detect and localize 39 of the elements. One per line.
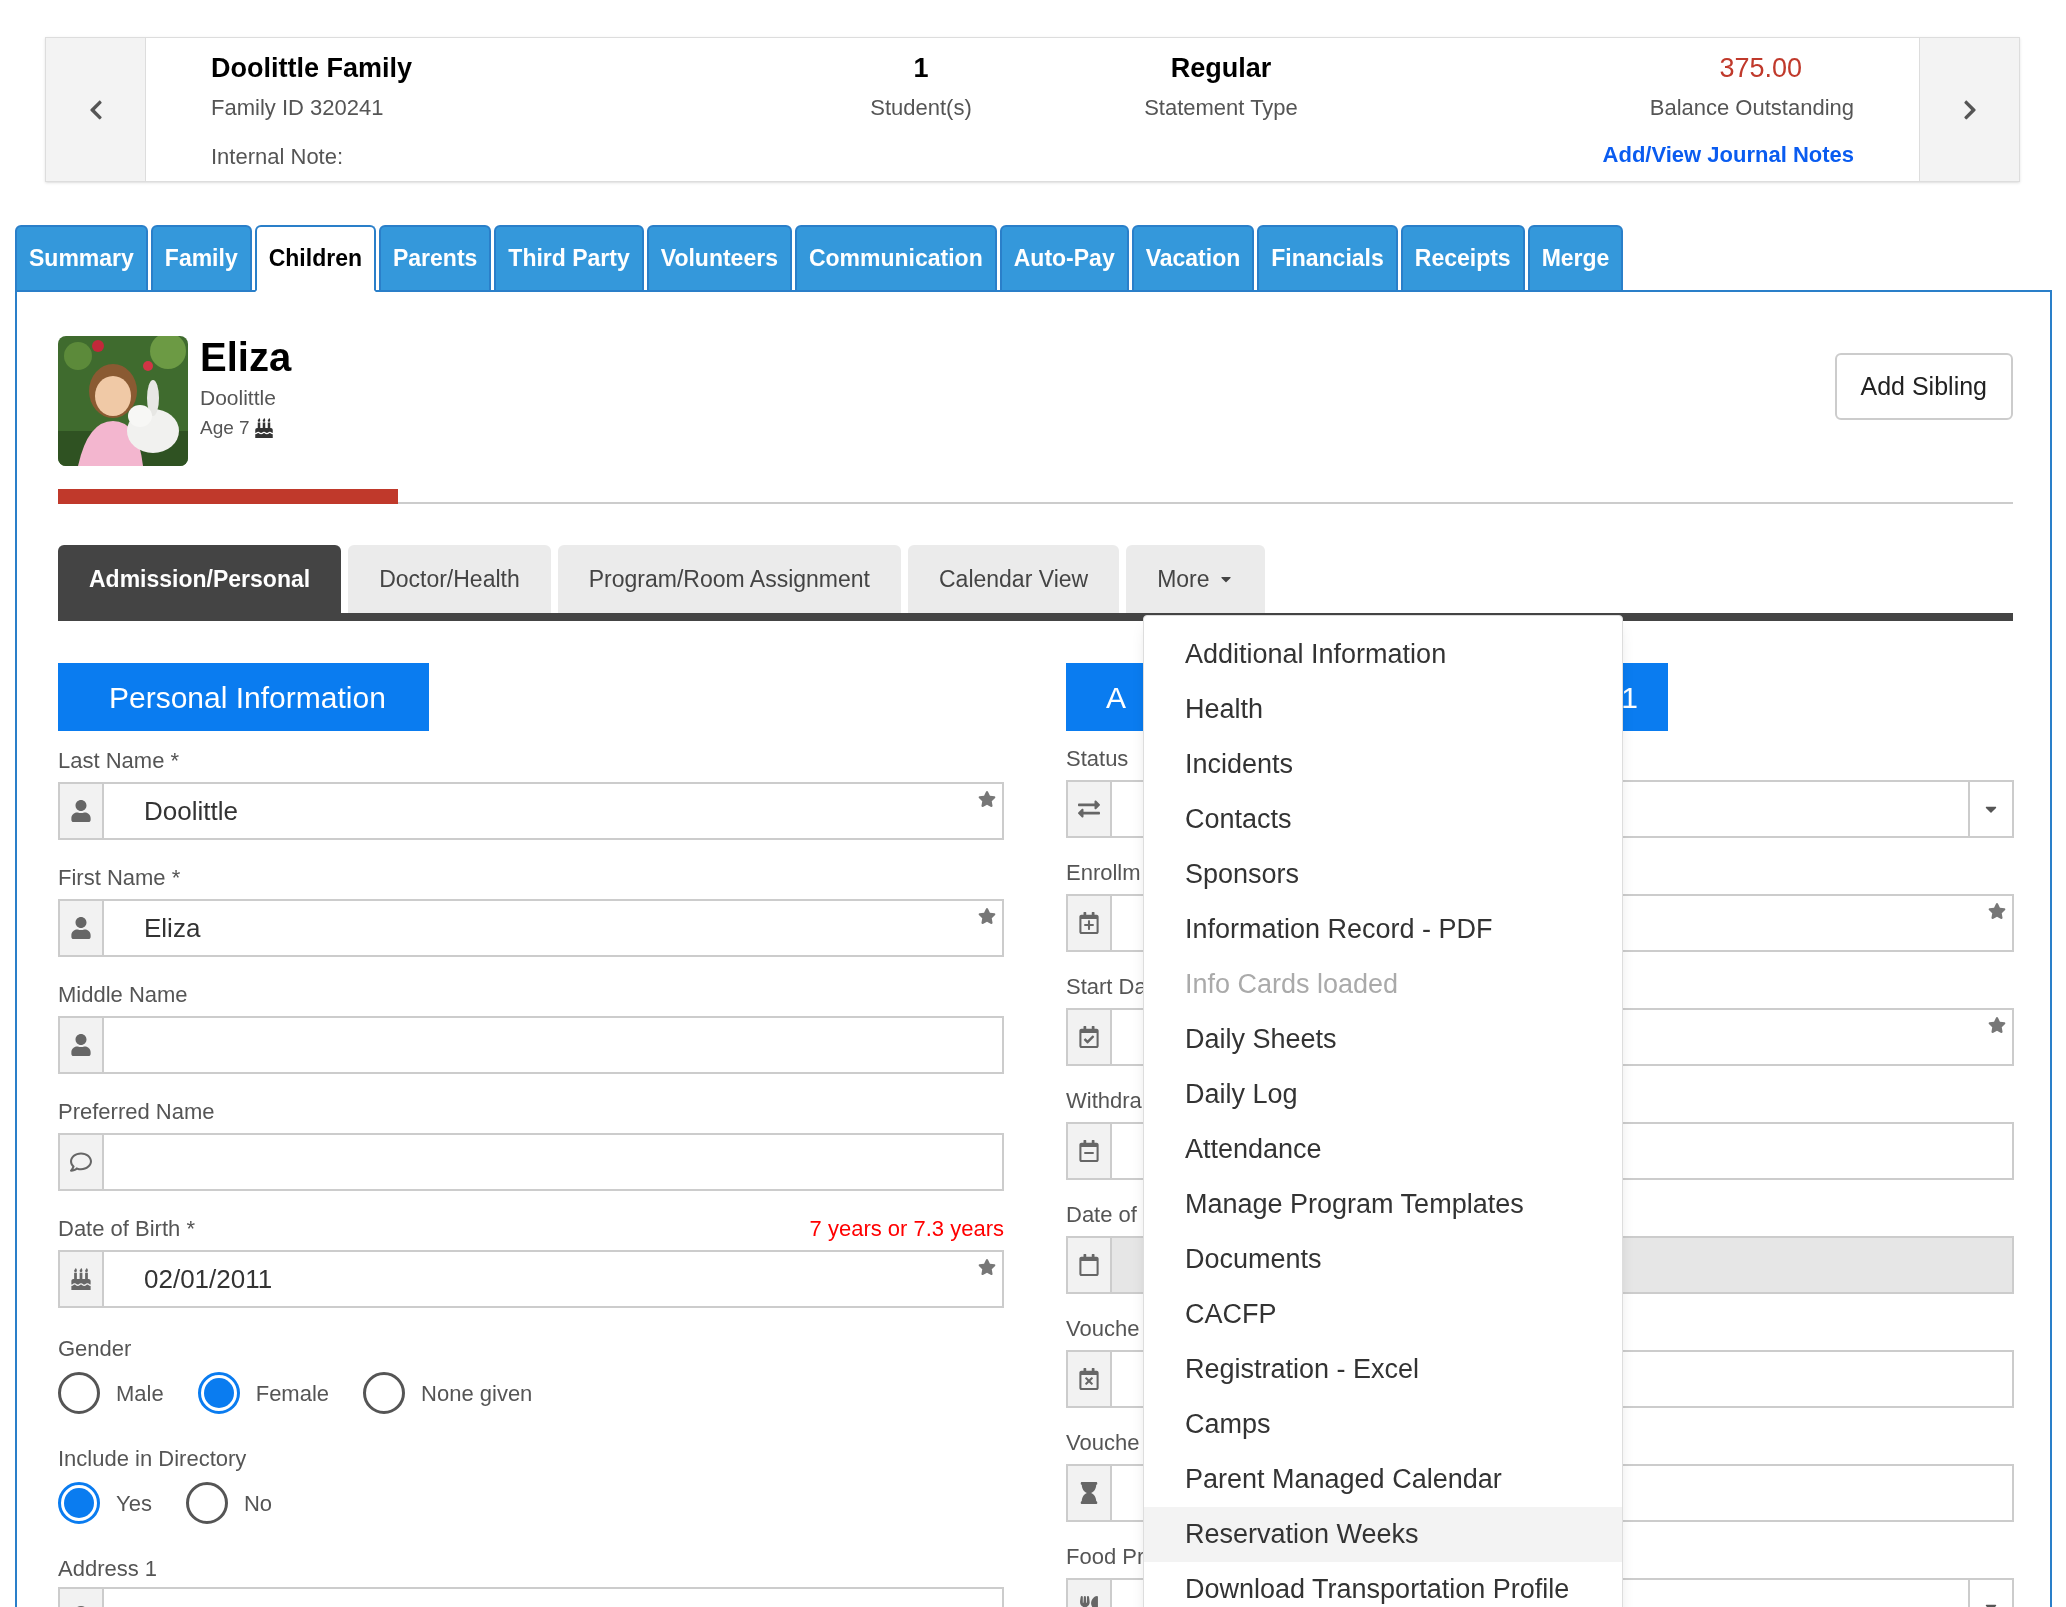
field-label: Middle Name [58, 981, 188, 1009]
field-label: Vouche [1066, 1315, 1140, 1343]
radio-label: None given [421, 1379, 533, 1408]
balance-amount: 375.00 [1719, 52, 1802, 85]
field-value: 02/01/2011 [144, 1262, 273, 1296]
radio-label: Female [255, 1379, 330, 1408]
child-name: Eliza [200, 334, 292, 381]
group-label: Include in Directory [58, 1445, 248, 1472]
field-label: Withdra [1066, 1087, 1142, 1115]
section-title: A [1106, 679, 1126, 716]
student-count: 1 [913, 52, 929, 85]
statement-type: Regular [1170, 52, 1272, 85]
field-label: First Name * [58, 864, 181, 892]
internal-note-label: Internal Note: [211, 142, 345, 171]
family-id: Family ID 320241 [211, 93, 385, 122]
field-label: Preferred Name [58, 1098, 215, 1126]
radio-label: Yes [116, 1489, 152, 1518]
statement-label: Statement Type [1144, 93, 1298, 122]
field-label: Date of [1066, 1201, 1137, 1229]
field-label: Status [1066, 745, 1129, 773]
field-label: Vouche [1066, 1429, 1140, 1457]
group-label: Gender [58, 1335, 133, 1362]
field-label: Address 1 [58, 1555, 159, 1582]
child-age: Age 7 [200, 415, 250, 440]
age-note: 7 years or 7.3 years [809, 1215, 1004, 1243]
radio-label: Male [116, 1379, 164, 1408]
field-value: Doolittle [144, 794, 238, 828]
student-label: Student(s) [870, 93, 972, 122]
child-surname: Doolittle [200, 385, 277, 411]
balance-label: Balance Outstanding [1649, 93, 1854, 122]
radio-label: No [243, 1489, 272, 1518]
field-label: Date of Birth * [58, 1215, 195, 1243]
field-label: Last Name * [58, 747, 180, 775]
section-title: 1 [1621, 679, 1638, 716]
field-label: Enrollm [1066, 859, 1141, 887]
field-value: Eliza [144, 911, 201, 945]
field-label: Food Pr [1066, 1543, 1145, 1571]
family-name: Doolittle Family [211, 52, 414, 85]
section-header: Personal Information [58, 663, 429, 731]
